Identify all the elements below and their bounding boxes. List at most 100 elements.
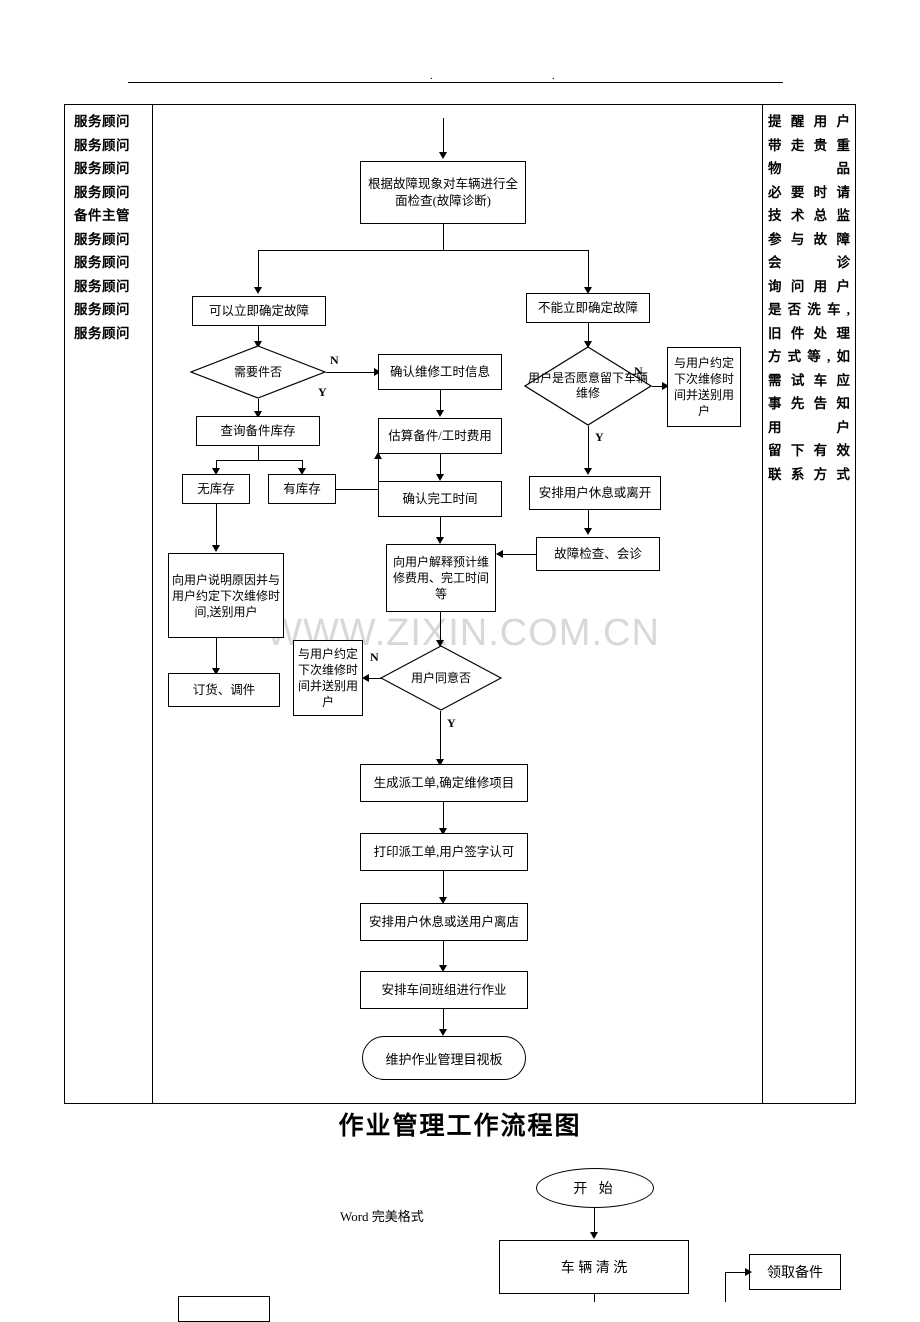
edge-n11-n14-arrow [436,537,444,544]
role-item: 服务顾问 [74,231,130,247]
edge-nostock-n13-arrow [212,545,220,552]
note-line: 带走贵重 [768,137,850,153]
edge-branch-left [258,250,259,291]
node-visual-board: 维护作业管理目视板 [362,1036,526,1080]
node-create-work-order: 生成派工单,确定维修项目 [360,764,528,802]
node-customer-rest: 安排用户休息或离开 [529,476,661,510]
edge-n20-n21-arrow [439,1029,447,1036]
note-line: 会诊 [768,255,850,270]
note-line: 留下有效 [768,443,850,458]
label-n-1: N [330,353,339,367]
edge-parts-in-arrow [745,1268,752,1276]
edge-n12-left-arrow [496,550,503,558]
edge-n6-down [258,446,259,460]
page-title: 作业管理工作流程图 [338,1113,582,1140]
note-line: 参与故障 [768,231,850,247]
label-y-2: Y [595,430,604,444]
edge-d2-y-arrow [584,468,592,475]
notes-list: 提醒用户 带走贵重 物品 必要时请 技术总监 参与故障 会诊 询问用户 是否洗车… [766,110,852,486]
role-item: 服务顾问 [74,114,130,129]
role-item: 服务顾问 [74,161,130,176]
edge-n7-n11-arrow [436,474,444,481]
node-start: 开 始 [536,1168,654,1208]
edge-start-wash-arrow [590,1232,598,1239]
note-line: 提醒用户 [768,114,850,129]
node-fault-check-consult: 故障检查、会诊 [536,537,660,571]
note-line: 需试车应 [768,372,850,388]
node-reschedule-1: 与用户约定下次维修时间并送别用户 [667,347,741,427]
node-explain-cost: 向用户解释预计维修费用、完工时间等 [386,544,496,612]
node-no-stock: 无库存 [182,474,250,504]
node-fault-determined: 可以立即确定故障 [192,296,326,326]
edge-hasstock-to-right [336,489,378,490]
edge-d3-y [440,711,441,763]
node-confirm-labor-info: 确认维修工时信息 [378,354,502,390]
edge-stock-bar [216,460,302,461]
edge-n12-left [500,554,536,555]
edge-n8-n12-arrow [584,528,592,535]
note-line: 技术总监 [768,208,850,223]
node-explain-reason: 向用户说明原因并与用户约定下次维修时间,送别用户 [168,553,284,638]
decision-customer-agree-label: 用户同意否 [410,670,471,685]
edge-branch-bar [258,250,588,251]
header-dot-2: . [552,70,555,82]
role-item: 服务顾问 [74,325,130,341]
note-line: 询问用户 [768,278,850,294]
node-order-parts: 订货、调件 [168,673,280,707]
edge-entry [443,118,444,156]
header-rule [128,82,783,83]
node-has-stock: 有库存 [268,474,336,504]
decision-customer-agree: 用户同意否 [380,645,502,711]
edge-nostock-n13 [216,504,217,549]
edge-branch-right [588,250,589,291]
edge-parts-in-v [725,1272,726,1302]
note-line: 联系方式 [768,466,850,482]
edge-entry-arrow [439,152,447,159]
edge-n13-n15 [216,638,217,672]
decision-need-parts-label: 需要件否 [233,364,282,379]
edge-branch-left-arrow [254,287,262,294]
roles-list: 服务顾问 服务顾问 服务顾问 服务顾问 备件主管 服务顾问 服务顾问 服务顾问 … [70,110,154,345]
role-item: 服务顾问 [74,255,130,270]
edge-n4-n7-arrow [436,410,444,417]
label-n-3: N [370,650,379,664]
flowchart-page: . . 服务顾问 服务顾问 服务顾问 服务顾问 备件主管 服务顾问 服务顾问 服… [0,0,920,1322]
decision-need-parts: 需要件否 [190,345,326,399]
header-dot-1: . [430,70,433,82]
edge-n1-down [443,224,444,250]
node-confirm-completion-time: 确认完工时间 [378,481,502,517]
note-line: 物品 [768,161,850,176]
node-assign-workshop: 安排车间班组进行作业 [360,971,528,1009]
node-print-work-order: 打印派工单,用户签字认可 [360,833,528,871]
note-line: 是否洗车, [768,302,850,317]
note-line: 方式等,如 [768,349,850,364]
label-n-2: N [634,364,643,378]
word-format-note: Word 完美格式 [340,1209,424,1224]
decision-leave-vehicle-label: 用户是否愿意留下车辆维修 [527,371,648,400]
edge-d3-n-arrow [362,674,369,682]
note-line: 用户 [768,419,850,435]
edge-wash-down [594,1294,595,1302]
role-item: 服务顾问 [74,184,130,200]
note-line: 事先告知 [768,396,850,411]
role-item: 备件主管 [74,208,130,223]
node-reschedule-2: 与用户约定下次维修时间并送别用户 [293,640,363,716]
node-bottom-left-partial [178,1296,270,1322]
edge-d1-n [326,372,378,373]
note-line: 旧件处理 [768,325,850,341]
note-line: 必要时请 [768,184,850,200]
node-vehicle-wash: 车 辆 清 洗 [499,1240,689,1294]
label-y-3: Y [447,716,456,730]
role-item: 服务顾问 [74,302,130,317]
node-collect-parts: 领取备件 [749,1254,841,1290]
node-fault-undetermined: 不能立即确定故障 [526,293,650,323]
node-diagnosis: 根据故障现象对车辆进行全面检查(故障诊断) [360,161,526,224]
decision-leave-vehicle: 用户是否愿意留下车辆维修 [524,346,652,426]
role-item: 服务顾问 [74,137,130,153]
edge-d2-y [588,426,589,472]
role-item: 服务顾问 [74,278,130,294]
label-y-1: Y [318,385,327,399]
node-rest-or-send-off: 安排用户休息或送用户离店 [360,903,528,941]
node-estimate-cost: 估算备件/工时费用 [378,418,502,454]
node-query-stock: 查询备件库存 [196,416,320,446]
